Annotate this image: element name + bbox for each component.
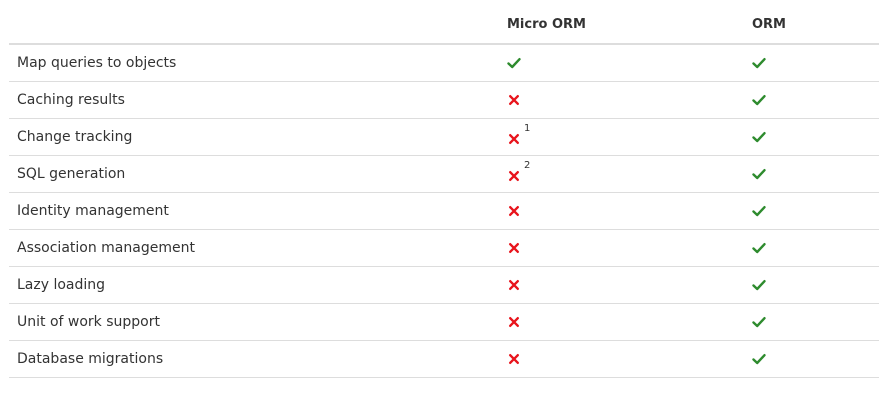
cross-icon	[507, 241, 521, 255]
header-micro-orm: Micro ORM	[507, 16, 586, 32]
micro-orm-cell	[499, 55, 744, 71]
check-icon	[752, 352, 766, 366]
feature-label: Association management	[17, 240, 195, 256]
footnote-marker: 1	[524, 123, 531, 135]
check-icon	[507, 56, 521, 70]
micro-orm-cell	[499, 314, 744, 330]
footnote-marker: 2	[524, 160, 531, 172]
cross-icon	[507, 315, 521, 329]
cross-icon	[507, 132, 521, 146]
feature-label: Database migrations	[17, 351, 164, 367]
feature-label: Lazy loading	[17, 277, 106, 293]
cross-icon	[507, 204, 521, 218]
feature-label: Unit of work support	[17, 314, 160, 330]
feature-label: SQL generation	[17, 166, 126, 182]
table-row: Caching results	[9, 82, 879, 119]
orm-cell	[744, 129, 879, 145]
micro-orm-cell: 1	[499, 123, 744, 147]
table-row: Unit of work support	[9, 304, 879, 341]
micro-orm-cell	[499, 203, 744, 219]
micro-orm-cell	[499, 92, 744, 108]
check-icon	[752, 167, 766, 181]
micro-orm-cell	[499, 351, 744, 367]
header-orm: ORM	[752, 16, 786, 32]
table-body: Map queries to objects Caching results Cha…	[9, 45, 879, 378]
feature-label: Identity management	[17, 203, 169, 219]
check-icon	[752, 130, 766, 144]
table-row: SQL generation 2	[9, 156, 879, 193]
check-icon	[752, 56, 766, 70]
table-row: Identity management	[9, 193, 879, 230]
cross-icon	[507, 169, 521, 183]
check-icon	[752, 93, 766, 107]
check-icon	[752, 278, 766, 292]
check-icon	[752, 241, 766, 255]
micro-orm-cell: 2	[499, 160, 744, 184]
micro-orm-cell	[499, 277, 744, 293]
table-row: Association management	[9, 230, 879, 267]
feature-label: Map queries to objects	[17, 55, 177, 71]
orm-cell	[744, 240, 879, 256]
orm-cell	[744, 277, 879, 293]
table-row: Database migrations	[9, 341, 879, 378]
check-icon	[752, 204, 766, 218]
orm-cell	[744, 314, 879, 330]
orm-cell	[744, 203, 879, 219]
orm-cell	[744, 351, 879, 367]
cross-icon	[507, 93, 521, 107]
cross-icon	[507, 278, 521, 292]
table-row: Lazy loading	[9, 267, 879, 304]
check-icon	[752, 315, 766, 329]
table-row: Change tracking 1	[9, 119, 879, 156]
feature-label: Caching results	[17, 92, 125, 108]
orm-cell	[744, 55, 879, 71]
cross-icon	[507, 352, 521, 366]
comparison-table: Micro ORM ORM Map queries to objects Cach…	[9, 6, 879, 378]
table-row: Map queries to objects	[9, 45, 879, 82]
orm-cell	[744, 92, 879, 108]
micro-orm-cell	[499, 240, 744, 256]
orm-cell	[744, 166, 879, 182]
table-header-row: Micro ORM ORM	[9, 6, 879, 45]
feature-label: Change tracking	[17, 129, 133, 145]
